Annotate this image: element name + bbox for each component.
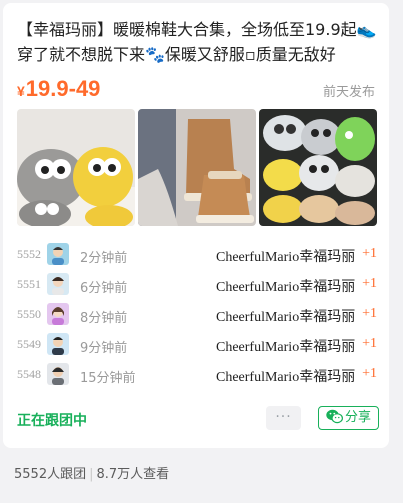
plush-slippers-gray-yellow-image[interactable]: [17, 109, 135, 226]
follower-row[interactable]: 5552 2分钟前 CheerfulMario幸福玛丽 +1: [17, 239, 379, 269]
image-gallery: [17, 109, 377, 226]
quantity-increment: +1: [362, 276, 377, 291]
participant-count: 5552人跟团: [14, 467, 87, 482]
price: ¥19.9-49: [17, 76, 100, 104]
brown-snow-boots-image[interactable]: [138, 109, 256, 226]
group-buy-card[interactable]: 【幸福玛丽】暖暖棉鞋大合集，全场低至19.9起👟穿了就不想脱下来🐾保暖又舒服▫质…: [3, 3, 389, 448]
avatar: [47, 273, 69, 295]
wechat-icon: [326, 409, 343, 424]
follower-name: CheerfulMario幸福玛丽: [216, 370, 356, 385]
divider: |: [89, 467, 94, 482]
cartoon-slippers-collection-image[interactable]: [259, 109, 377, 226]
follower-name: CheerfulMario幸福玛丽: [216, 250, 356, 265]
following-status: 正在跟团中: [17, 413, 87, 429]
follow-time: 9分钟前: [80, 341, 128, 356]
order-number: 5551: [17, 277, 41, 291]
order-number: 5550: [17, 307, 41, 321]
quantity-increment: +1: [362, 306, 377, 321]
order-number: 5549: [17, 337, 41, 351]
follower-list: 5552 2分钟前 CheerfulMario幸福玛丽 +1 5551 6分钟前…: [17, 239, 379, 389]
stats-footer: 5552人跟团 | 8.7万人查看: [14, 463, 169, 482]
avatar: [47, 303, 69, 325]
follow-time: 6分钟前: [80, 281, 128, 296]
follower-row[interactable]: 5551 6分钟前 CheerfulMario幸福玛丽 +1: [17, 269, 379, 299]
quantity-increment: +1: [362, 246, 377, 261]
follower-row[interactable]: 5548 15分钟前 CheerfulMario幸福玛丽 +1: [17, 359, 379, 389]
follower-row[interactable]: 5550 8分钟前 CheerfulMario幸福玛丽 +1: [17, 299, 379, 329]
avatar: [47, 333, 69, 355]
avatar: [47, 363, 69, 385]
follow-time: 8分钟前: [80, 311, 128, 326]
view-count: 8.7万人查看: [96, 467, 170, 482]
order-number: 5552: [17, 247, 41, 261]
posted-time: 前天发布: [322, 85, 375, 100]
more-button[interactable]: ···: [266, 406, 301, 430]
follower-name: CheerfulMario幸福玛丽: [216, 310, 356, 325]
quantity-increment: +1: [362, 336, 377, 351]
quantity-increment: +1: [362, 366, 377, 381]
post-title[interactable]: 【幸福玛丽】暖暖棉鞋大合集，全场低至19.9起👟穿了就不想脱下来🐾保暖又舒服▫质…: [17, 17, 379, 67]
currency-symbol: ¥: [17, 83, 25, 99]
order-number: 5548: [17, 367, 41, 381]
share-button[interactable]: 分享: [318, 406, 379, 430]
follower-row[interactable]: 5549 9分钟前 CheerfulMario幸福玛丽 +1: [17, 329, 379, 359]
follower-name: CheerfulMario幸福玛丽: [216, 280, 356, 295]
follow-time: 2分钟前: [80, 251, 128, 266]
follower-name: CheerfulMario幸福玛丽: [216, 340, 356, 355]
follow-time: 15分钟前: [80, 371, 136, 386]
share-label: 分享: [344, 410, 371, 425]
avatar: [47, 243, 69, 265]
price-range: 19.9-49: [25, 76, 101, 101]
